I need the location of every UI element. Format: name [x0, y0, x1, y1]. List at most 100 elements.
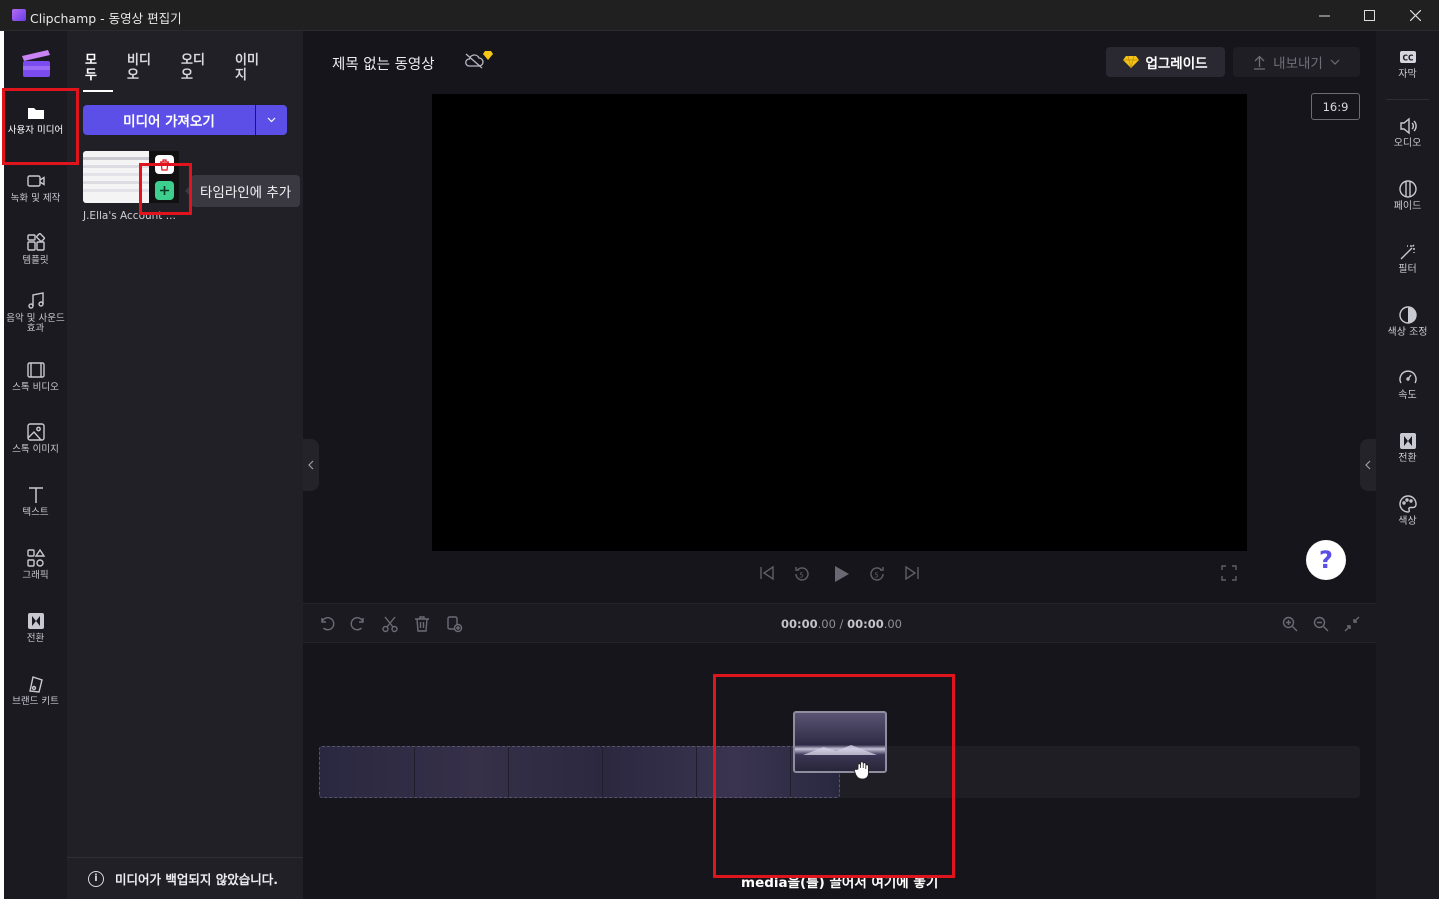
collapse-properties-panel-button[interactable] — [1360, 439, 1376, 491]
window-titlebar: Clipchamp - 동영상 편집기 — [0, 0, 1439, 31]
play-button[interactable] — [831, 564, 851, 588]
timeline-area[interactable]: media을(를) 끌어서 여기에 놓기 — [303, 643, 1376, 899]
redo-button[interactable] — [349, 615, 367, 637]
drop-placeholder-clip — [319, 746, 840, 798]
duplicate-icon — [447, 616, 463, 633]
upload-icon — [1254, 55, 1266, 70]
rightrail-item-color-adjust[interactable]: 색상 조정 — [1376, 305, 1439, 338]
rightrail-item-label: 오디오 — [1393, 138, 1422, 149]
sidebar-item-brand-kit[interactable]: 브랜드 키트 — [4, 674, 67, 707]
media-item-name: J.Ella's Account ... — [83, 210, 176, 222]
rewind-5s-button[interactable]: 5 — [792, 564, 812, 588]
forward-5s-button[interactable]: 5 — [867, 564, 887, 588]
chevron-down-icon — [267, 117, 276, 123]
timeline-toolbar: 00:00.00 / 00:00.00 — [303, 603, 1376, 643]
fullscreen-icon — [1221, 565, 1237, 581]
help-button[interactable]: ? — [1306, 540, 1346, 580]
media-panel: 모 두 비디 오 오디 오 이미 지 미디어 가져오기 타임라인에 추가 J.E… — [67, 31, 303, 899]
add-to-timeline-button[interactable] — [155, 181, 174, 200]
aspect-ratio-button[interactable]: 16:9 — [1311, 93, 1360, 120]
sidebar-item-label: 텍스트 — [22, 507, 49, 518]
duplicate-button[interactable] — [445, 615, 463, 637]
split-button[interactable] — [381, 615, 399, 637]
sidebar-item-transitions[interactable]: 전환 — [4, 611, 67, 644]
delete-media-button[interactable] — [155, 155, 174, 174]
sidebar-item-stock-images[interactable]: 스톡 이미지 — [4, 422, 67, 455]
cloud-sync-off-icon[interactable] — [463, 52, 485, 74]
sidebar-item-text[interactable]: 텍스트 — [4, 485, 67, 518]
rightrail-item-fade[interactable]: 페이드 — [1376, 179, 1439, 212]
close-button[interactable] — [1392, 0, 1438, 31]
sidebar-item-record-create[interactable]: 녹화 및 제작 — [4, 171, 67, 204]
timeline-timecode: 00:00.00 / 00:00.00 — [781, 617, 902, 631]
properties-rail: CC 자막 오디오 페이드 필터 색상 조정 속도 전환 색상 — [1376, 31, 1439, 899]
sidebar-item-music-sfx[interactable]: 음악 및 사운드 효과 — [4, 291, 67, 334]
rightrail-item-captions[interactable]: CC 자막 — [1376, 47, 1439, 80]
film-icon — [26, 362, 45, 378]
rightrail-item-label: 전환 — [1398, 453, 1417, 464]
trash-icon — [160, 158, 169, 171]
music-icon — [27, 292, 44, 309]
play-icon — [835, 566, 849, 582]
rightrail-item-label: 페이드 — [1393, 201, 1422, 212]
delete-button[interactable] — [413, 615, 431, 637]
export-button[interactable]: 내보내기 — [1233, 47, 1360, 77]
color-adjust-icon — [1398, 306, 1417, 324]
clipchamp-logo — [20, 46, 52, 78]
rightrail-item-label: 색상 조정 — [1387, 327, 1428, 338]
tab-all[interactable]: 모 두 — [85, 53, 97, 83]
upgrade-label: 업그레이드 — [1145, 56, 1208, 72]
rightrail-item-speed[interactable]: 속도 — [1376, 368, 1439, 401]
collapse-arrows-icon — [1344, 616, 1360, 632]
drop-hint-text: media을(를) 끌어서 여기에 놓기 — [741, 875, 939, 891]
rightrail-item-audio[interactable]: 오디오 — [1376, 116, 1439, 149]
sidebar-item-stock-video[interactable]: 스톡 비디오 — [4, 360, 67, 393]
sidebar-item-label: 사용자 미디어 — [7, 125, 64, 136]
speaker-icon — [1399, 117, 1417, 135]
rightrail-item-label: 속도 — [1398, 390, 1417, 401]
left-navigation-rail: 사용자 미디어 녹화 및 제작 템플릿 음악 및 사운드 효과 스톡 비디오 스… — [4, 31, 67, 899]
captions-icon: CC — [1399, 51, 1416, 63]
speedometer-icon — [1398, 370, 1417, 384]
tab-audio[interactable]: 오디 오 — [181, 53, 205, 83]
undo-button[interactable] — [318, 615, 336, 637]
collapse-media-panel-button[interactable] — [303, 439, 319, 491]
rightrail-divider — [1386, 99, 1429, 100]
chevron-left-icon — [1365, 460, 1371, 470]
rightrail-item-filters[interactable]: 필터 — [1376, 242, 1439, 275]
close-icon — [1409, 10, 1421, 21]
import-media-button[interactable]: 미디어 가져오기 — [83, 105, 255, 135]
zoom-in-button[interactable] — [1281, 615, 1299, 637]
minimize-button[interactable] — [1301, 0, 1347, 31]
import-options-dropdown[interactable] — [256, 105, 287, 135]
skip-to-end-button[interactable] — [903, 564, 921, 586]
rewind-icon: 5 — [795, 567, 809, 581]
sidebar-item-user-media[interactable]: 사용자 미디어 — [4, 103, 67, 136]
backup-notice[interactable]: i 미디어가 백업되지 않았습니다. — [67, 857, 303, 899]
premium-gem-icon — [483, 45, 493, 64]
project-title[interactable]: 제목 없는 동영상 — [332, 53, 435, 74]
zoom-out-button[interactable] — [1312, 615, 1330, 637]
maximize-button[interactable] — [1346, 0, 1392, 31]
sidebar-item-label: 스톡 이미지 — [12, 444, 59, 455]
premium-gem-icon — [1123, 55, 1140, 69]
sidebar-item-graphics[interactable]: 그래픽 — [4, 548, 67, 581]
rightrail-item-transition[interactable]: 전환 — [1376, 431, 1439, 464]
transition-icon — [1399, 433, 1416, 449]
redo-icon — [350, 617, 364, 631]
zoom-out-icon — [1313, 616, 1329, 632]
tab-video[interactable]: 비디 오 — [127, 53, 151, 83]
clipchamp-app-icon — [12, 9, 26, 21]
upgrade-button[interactable]: 업그레이드 — [1106, 47, 1225, 77]
sidebar-item-templates[interactable]: 템플릿 — [4, 233, 67, 266]
fit-timeline-button[interactable] — [1343, 615, 1361, 637]
zoom-in-icon — [1282, 616, 1298, 632]
tab-images[interactable]: 이미 지 — [235, 53, 259, 83]
brand-kit-icon — [28, 676, 43, 693]
fullscreen-button[interactable] — [1220, 564, 1238, 586]
video-preview-canvas[interactable] — [432, 94, 1247, 551]
rightrail-item-color[interactable]: 색상 — [1376, 494, 1439, 527]
sidebar-item-label: 브랜드 키트 — [12, 696, 59, 707]
sidebar-item-label: 전환 — [26, 633, 45, 644]
skip-to-start-button[interactable] — [758, 564, 776, 586]
